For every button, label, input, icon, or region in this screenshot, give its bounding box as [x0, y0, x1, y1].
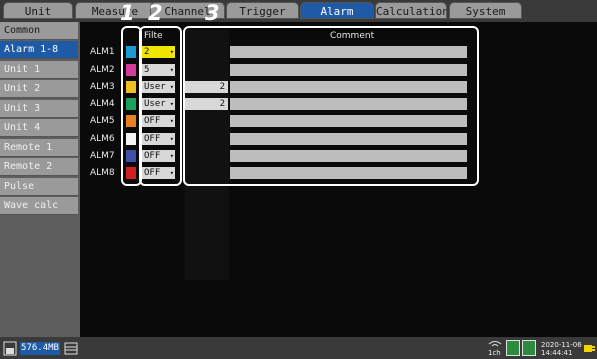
network-status-icon: [506, 340, 520, 356]
sidebar-item-common[interactable]: Common: [0, 22, 78, 40]
storage-icon: [64, 342, 78, 355]
alarm-row-label: ALM2: [90, 65, 115, 75]
tab-alarm[interactable]: Alarm: [300, 2, 374, 19]
top-tab-bar: Unit Measure Channel Trigger Alarm Calcu…: [0, 0, 597, 22]
alarm-row-label: ALM4: [90, 99, 115, 109]
tab-calculation[interactable]: Calculation: [375, 2, 447, 19]
sidebar-item-unit-2[interactable]: Unit 2: [0, 80, 78, 98]
tab-unit[interactable]: Unit: [3, 2, 73, 19]
callout-number-1: 1: [120, 1, 135, 25]
memory-remaining: 576.4MB: [20, 342, 60, 355]
callout-highlight-3: [183, 26, 479, 186]
alarm-row-label: ALM5: [90, 116, 115, 126]
sidebar: Common Alarm 1-8 Unit 1 Unit 2 Unit 3 Un…: [0, 22, 80, 337]
tab-trigger[interactable]: Trigger: [226, 2, 299, 19]
wifi-icon: [488, 341, 502, 347]
channel-count: 1ch: [488, 349, 501, 357]
tab-system[interactable]: System: [449, 2, 522, 19]
sidebar-item-unit-4[interactable]: Unit 4: [0, 119, 78, 137]
alarm-row-label: ALM7: [90, 151, 115, 161]
sidebar-item-remote-2[interactable]: Remote 2: [0, 158, 78, 176]
callout-highlight-2: [139, 26, 182, 186]
alarm-row-label: ALM1: [90, 47, 115, 57]
callout-number-3: 3: [205, 1, 220, 25]
tab-measure[interactable]: Measure: [75, 2, 155, 19]
lan-status-icon: [522, 340, 536, 356]
sidebar-item-unit-3[interactable]: Unit 3: [0, 100, 78, 118]
sidebar-item-pulse[interactable]: Pulse: [0, 178, 78, 196]
power-plug-icon: [584, 345, 595, 352]
sidebar-item-alarm-1-8[interactable]: Alarm 1-8: [0, 41, 78, 59]
sidebar-item-unit-1[interactable]: Unit 1: [0, 61, 78, 79]
alarm-row-label: ALM3: [90, 82, 115, 92]
status-time: 14:44:41: [541, 349, 573, 357]
memory-card-icon: [3, 341, 17, 356]
alarm-row-label: ALM8: [90, 168, 115, 178]
alarm-row-label: ALM6: [90, 134, 115, 144]
callout-number-2: 2: [148, 1, 163, 25]
status-date: 2020-11-06: [541, 341, 582, 349]
sidebar-item-wave-calc[interactable]: Wave calc: [0, 197, 78, 215]
sidebar-item-remote-1[interactable]: Remote 1: [0, 139, 78, 157]
